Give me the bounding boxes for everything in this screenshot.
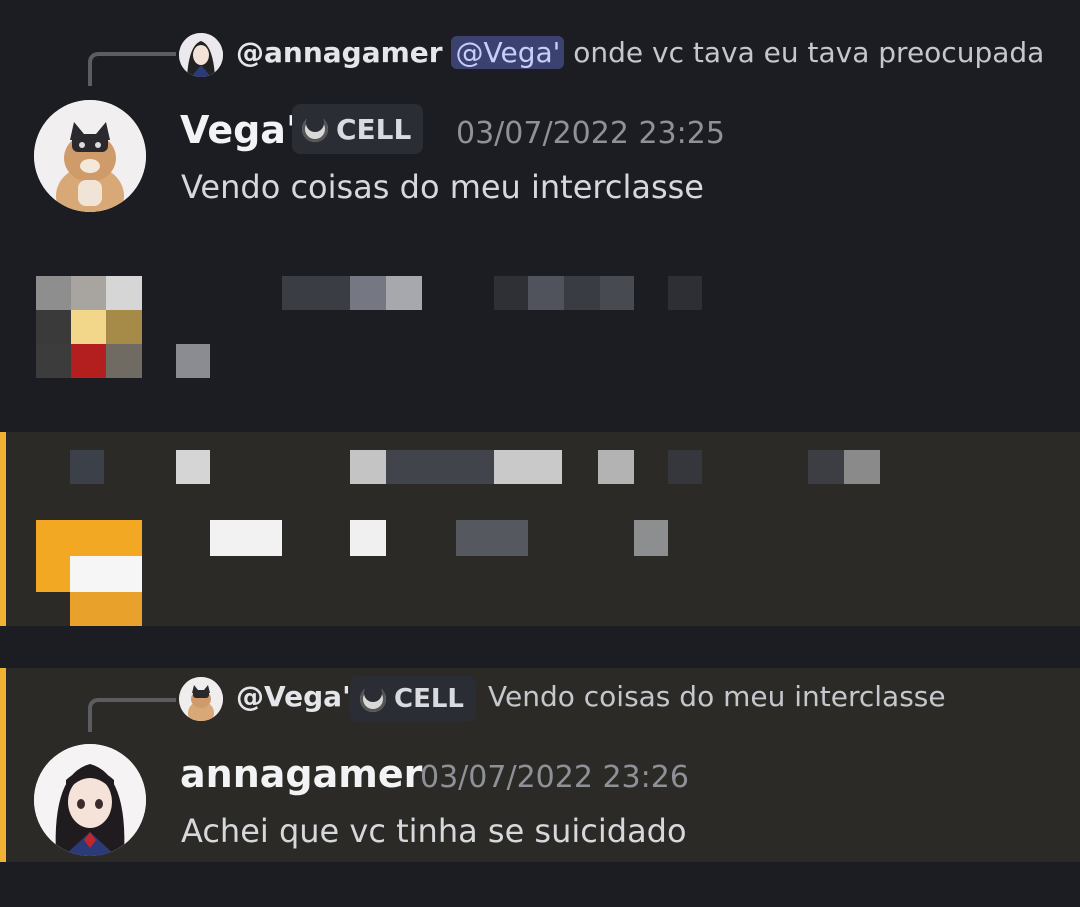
badge-label: CELL bbox=[336, 112, 412, 146]
avatar-vega[interactable] bbox=[34, 100, 146, 212]
timestamp: 03/07/2022 23:25 bbox=[456, 116, 725, 151]
moon-badge-icon bbox=[302, 114, 328, 142]
reply-connector bbox=[88, 698, 176, 732]
mention[interactable]: @Vega' bbox=[451, 36, 565, 69]
timestamp: 03/07/2022 23:26 bbox=[420, 760, 689, 795]
highlight-bar bbox=[0, 668, 6, 862]
badge-label: CELL bbox=[394, 684, 464, 714]
avatar-annagamer[interactable] bbox=[34, 744, 146, 856]
message-content: Achei que vc tinha se suicidado bbox=[181, 812, 687, 850]
reply-author[interactable]: @annagamer bbox=[236, 36, 443, 69]
moon-badge-icon bbox=[360, 684, 386, 712]
reply-role-badge[interactable]: CELL bbox=[350, 676, 476, 722]
reply-preview[interactable]: @Vega' bbox=[236, 680, 351, 713]
reply-text: onde vc tava eu tava preocupada bbox=[573, 36, 1045, 69]
reply-connector bbox=[88, 52, 176, 86]
username-annagamer[interactable]: annagamer bbox=[180, 752, 422, 796]
reply-avatar-annagamer[interactable] bbox=[179, 33, 223, 77]
username-vega[interactable]: Vega' bbox=[180, 108, 298, 152]
message-content: Vendo coisas do meu interclasse bbox=[181, 168, 704, 206]
reply-preview[interactable]: @annagamer @Vega' onde vc tava eu tava p… bbox=[236, 36, 1044, 69]
role-badge[interactable]: CELL bbox=[292, 104, 424, 154]
reply-author[interactable]: @Vega' bbox=[236, 680, 351, 713]
reply-avatar-vega[interactable] bbox=[179, 677, 223, 721]
reply-text: Vendo coisas do meu interclasse bbox=[488, 680, 946, 713]
